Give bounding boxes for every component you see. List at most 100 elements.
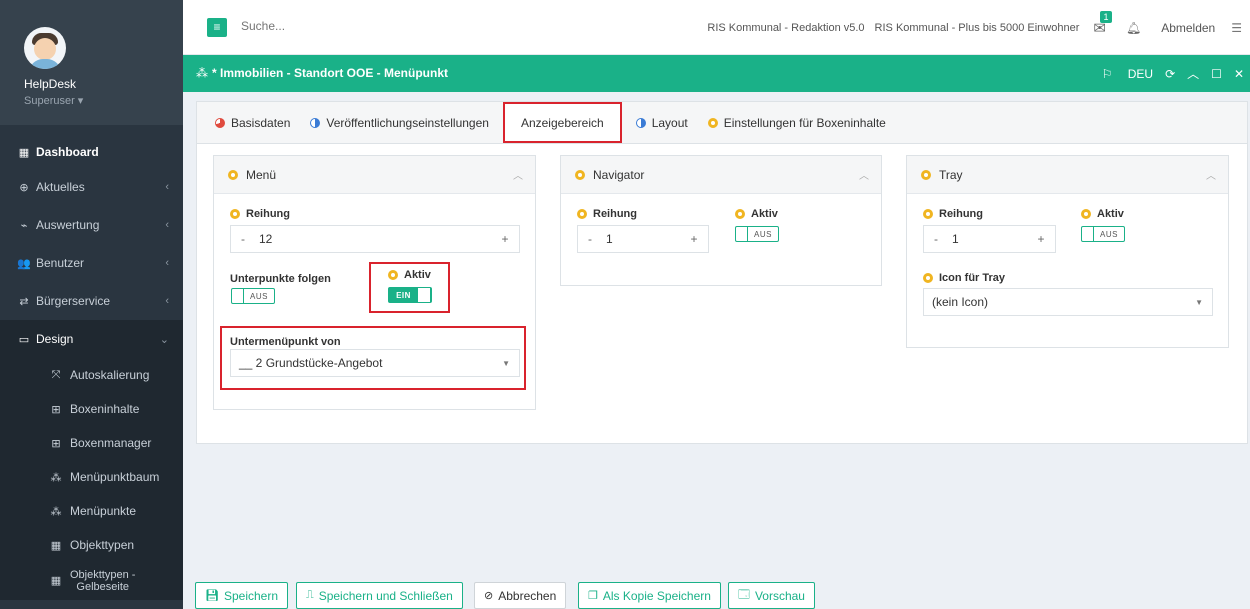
mail-icon[interactable]: ✉ 1	[1093, 10, 1112, 37]
status-dot-icon	[577, 209, 587, 219]
tray-card: Tray ︿ Reihung -1 + Aktiv AUS Icon für Tra…	[906, 155, 1229, 348]
monitor-icon: ▭	[18, 333, 30, 346]
close-icon[interactable]: ✕	[1234, 67, 1244, 81]
floppy-icon: 💾︎	[205, 590, 219, 602]
page-title: ⁂ * Immobilien - Standort OOE - Menüpunkt	[196, 66, 448, 80]
copy-icon: ❐	[588, 590, 598, 602]
save-copy-button[interactable]: ❐ Als Kopie Speichern	[578, 582, 721, 609]
tab-basisdaten[interactable]: Basisdaten	[205, 102, 300, 143]
product-label[interactable]: RIS Kommunal - Redaktion v5.0	[707, 22, 864, 34]
sidebar-item-autoskalierung[interactable]: ⤧ Autoskalierung	[0, 358, 183, 392]
follow-toggle[interactable]: AUS	[231, 288, 275, 304]
title-bar: ⁂ * Immobilien - Standort OOE - Menüpunkt…	[183, 55, 1250, 92]
grid-icon: ⊞	[51, 403, 61, 416]
user-name: HelpDesk	[24, 77, 77, 91]
status-dot-icon	[923, 273, 933, 283]
highlight-box-active	[369, 262, 450, 313]
status-dot-icon	[923, 209, 933, 219]
sidebar-item-aktuelles[interactable]: ⊕ Aktuelles ‹	[0, 168, 183, 206]
collapse-icon[interactable]: ︿	[1187, 65, 1199, 82]
topbar: ≡ RIS Kommunal - Redaktion v5.0 RIS Komm…	[183, 0, 1250, 55]
menu-card-header[interactable]: Menü ︿	[214, 156, 535, 194]
menu-order-stepper: -12 +	[230, 225, 520, 253]
footer-toolbar: 💾︎ Speichern ⎍ Speichern und Schließen ⊘ Ab…	[183, 578, 1250, 609]
tab-layout[interactable]: Layout	[626, 102, 698, 143]
sidebar-item-auswertung[interactable]: ⌁ Auswertung ‹	[0, 206, 183, 244]
tab-boxeninhalte[interactable]: Einstellungen für Boxeninhalte	[698, 102, 896, 143]
tab-anzeigebereich[interactable]: Anzeigebereich	[502, 102, 622, 143]
tray-card-header[interactable]: Tray ︿	[907, 156, 1228, 194]
status-dot-icon	[707, 117, 718, 128]
tab-bar: Basisdaten Veröffentlichungseinstellunge…	[197, 102, 1247, 144]
globe-icon: ⊕	[19, 181, 29, 194]
preview-button[interactable]: 🗔︎ Vorschau	[728, 582, 815, 609]
refresh-icon[interactable]: ⟳	[1165, 67, 1175, 81]
tray-active-toggle[interactable]: AUS	[1081, 226, 1125, 242]
chevron-up-icon[interactable]: ︿	[1206, 167, 1216, 182]
navigator-order-label: Reihung	[577, 208, 637, 220]
search-input[interactable]	[241, 19, 541, 33]
sidebar-item-design[interactable]: ▭ Design ⌄	[0, 320, 183, 358]
sidebar-item-objekttypen-gelbeseite[interactable]: ▦ Objekttypen - Gelbeseite	[0, 562, 183, 600]
user-panel: HelpDesk Superuser ▾	[0, 0, 183, 125]
sidebar-item-boxenmanager[interactable]: ⊞ Boxenmanager	[0, 426, 183, 460]
progress-dot-icon	[215, 117, 225, 128]
caret-down-icon: ▼	[1195, 297, 1203, 307]
navigator-order-stepper: -1 +	[577, 225, 709, 253]
table-icon: ▦	[50, 539, 62, 552]
tray-active-label: Aktiv	[1081, 208, 1124, 220]
navigator-order-value[interactable]: 1	[602, 232, 680, 246]
license-label[interactable]: RIS Kommunal - Plus bis 5000 Einwohner	[875, 22, 1080, 34]
sidebar-item-dashboard[interactable]: ▦ Dashboard	[0, 136, 183, 168]
avatar[interactable]	[24, 27, 66, 69]
decrement-button[interactable]: -	[924, 232, 948, 246]
highlight-box-parent	[220, 326, 526, 390]
navigator-card-header[interactable]: Navigator ︿	[561, 156, 881, 194]
menu-order-value[interactable]: 12	[255, 232, 491, 246]
chevron-up-icon[interactable]: ︿	[859, 167, 869, 182]
logout-link[interactable]: Abmelden	[1161, 21, 1215, 35]
save-button[interactable]: 💾︎ Speichern	[195, 582, 289, 609]
save-close-button[interactable]: ⎍ Speichern und Schließen	[296, 582, 463, 609]
chevron-down-icon: ⌄	[159, 333, 169, 346]
users-icon: 👥	[17, 257, 31, 270]
status-dot-icon	[735, 209, 745, 219]
sidebar-item-objekttypen[interactable]: ▦ Objekttypen	[0, 528, 183, 562]
user-role-dropdown[interactable]: Superuser ▾	[24, 94, 83, 107]
sidebar-item-menuepunktbaum[interactable]: ⁂ Menüpunktbaum	[0, 460, 183, 494]
increment-button[interactable]: +	[680, 232, 708, 246]
chevron-up-icon[interactable]: ︿	[513, 167, 523, 182]
language-selector[interactable]: ⚐ DEU	[1090, 67, 1153, 81]
sidebar-item-menuepunkte[interactable]: ⁂ Menüpunkte	[0, 494, 183, 528]
title-bar-actions: ⚐ DEU ⟳ ︿ ☐ ✕	[1078, 65, 1244, 82]
tray-order-stepper: -1 +	[923, 225, 1056, 253]
tray-order-value[interactable]: 1	[948, 232, 1027, 246]
table-icon: ▦	[50, 575, 62, 587]
status-dot-icon	[1081, 209, 1091, 219]
list-icon[interactable]: ☰	[1231, 21, 1242, 35]
dashboard-icon: ▦	[18, 146, 30, 159]
chevron-left-icon: ‹	[165, 181, 169, 193]
sidebar-item-boxeninhalte[interactable]: ⊞ Boxeninhalte	[0, 392, 183, 426]
increment-button[interactable]: +	[491, 232, 519, 246]
sidebar-item-benutzer[interactable]: 👥 Benutzer ‹	[0, 244, 183, 282]
sidebar-item-buergerservice[interactable]: ⇄ Bürgerservice ‹	[0, 282, 183, 320]
status-dot-icon	[230, 209, 240, 219]
chart-icon: ⌁	[20, 219, 28, 232]
menu-toggle-button[interactable]: ≡	[207, 18, 227, 37]
sitemap-icon: ⁂	[50, 471, 62, 484]
maximize-icon[interactable]: ☐	[1211, 67, 1222, 81]
increment-button[interactable]: +	[1027, 232, 1055, 246]
mail-badge: 1	[1099, 10, 1112, 23]
bell-icon[interactable]: 🔔︎	[1126, 21, 1141, 35]
navigator-active-toggle[interactable]: AUS	[735, 226, 779, 242]
ban-icon: ⊘	[484, 590, 494, 602]
follow-label: Unterpunkte folgen	[230, 273, 331, 285]
tab-veroeffentlichung[interactable]: Veröffentlichungseinstellungen	[300, 102, 499, 143]
status-dot-icon	[228, 169, 238, 180]
chevron-left-icon: ‹	[165, 295, 169, 307]
cancel-button[interactable]: ⊘ Abbrechen	[474, 582, 567, 609]
decrement-button[interactable]: -	[578, 232, 602, 246]
tray-icon-select[interactable]: (kein Icon) ▼	[923, 288, 1213, 316]
decrement-button[interactable]: -	[231, 232, 255, 246]
